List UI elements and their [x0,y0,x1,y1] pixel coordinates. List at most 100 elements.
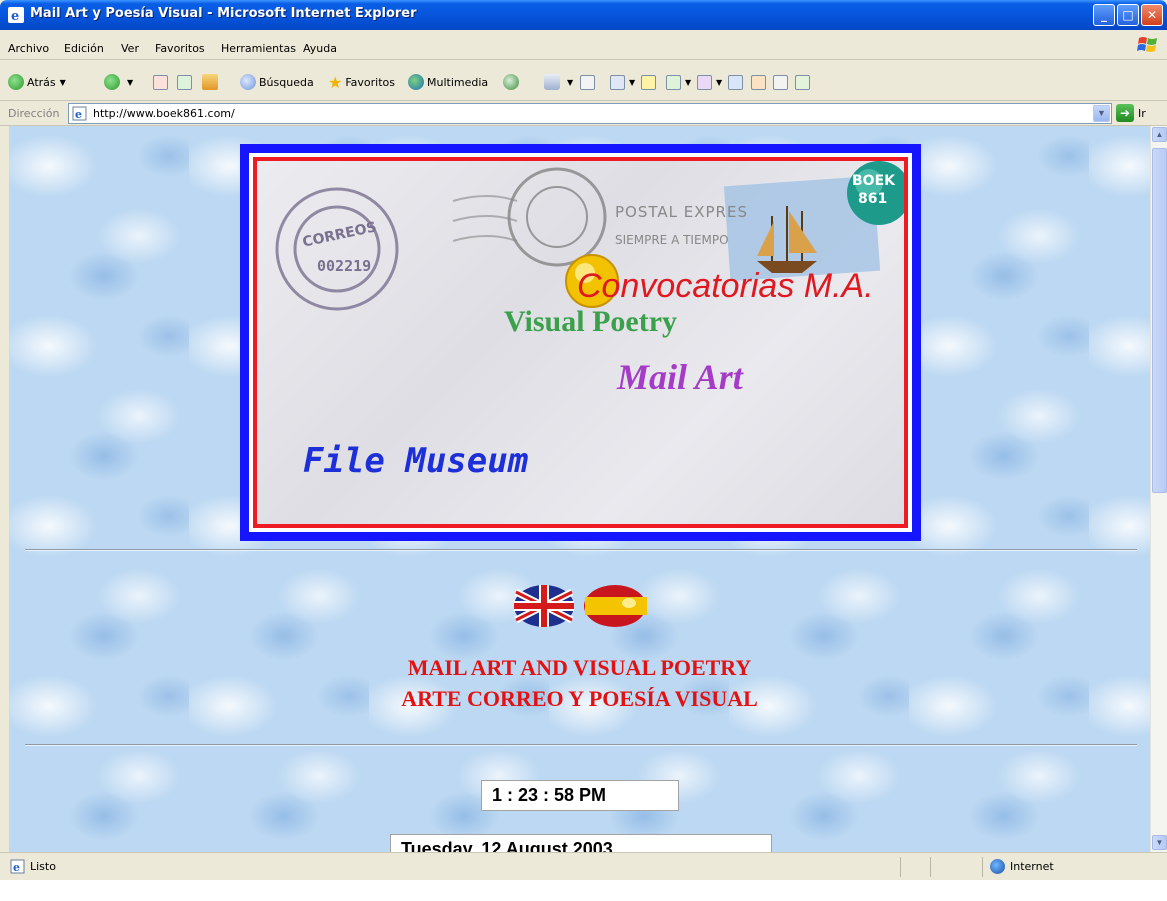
window-button[interactable] [728,72,743,92]
highlight-button[interactable]: ▼ [666,72,691,92]
address-input[interactable]: e http://www.boek861.com/ ▼ [68,103,1112,124]
notes-button[interactable] [641,72,656,92]
vertical-scrollbar[interactable]: ▲ ▼ [1150,126,1167,852]
translate-button[interactable]: ▼ [697,72,722,92]
status-divider-3 [982,857,983,877]
history-button[interactable] [503,72,522,92]
favorites-button[interactable]: ★ Favoritos [328,72,395,92]
svg-text:e: e [75,108,82,121]
go-label: Ir [1138,106,1146,120]
media-button[interactable]: Multimedia [408,72,488,92]
language-flags [514,585,647,627]
go-button[interactable]: ➜ Ir [1116,104,1146,122]
maximize-button[interactable]: □ [1117,4,1139,26]
menu-favoritos[interactable]: Favoritos [155,42,205,55]
translate-icon [697,74,712,90]
toolbar: Atrás ▼ ▼ Búsqueda ★ Favoritos Multimedi… [0,61,1167,101]
window-title: Mail Art y Poesía Visual - Microsoft Int… [30,6,417,21]
windows-logo-icon [1137,37,1157,52]
research-icon [795,74,810,90]
media-label: Multimedia [427,75,489,89]
security-zone-text: Internet [1010,860,1054,873]
status-bar: e Listo Internet [0,852,1167,880]
spanish-flag-icon[interactable] [584,585,647,627]
postmark-express-text: POSTAL EXPRES [615,203,748,221]
scrollbar-thumb[interactable] [1152,148,1167,493]
banner-white-border: CORREOS 002219 POSTAL EXPRES SIEMPRE A T… [249,153,912,532]
svg-text:e: e [11,9,19,23]
menu-archivo[interactable]: Archivo [8,42,49,55]
postmark-number-text: 002219 [317,257,372,275]
forward-button[interactable]: ▼ [104,72,133,92]
horizontal-rule-2 [25,744,1137,746]
search-label: Búsqueda [259,75,314,89]
back-label: Atrás [27,75,56,89]
stop-button[interactable] [153,72,168,92]
word-icon [610,74,625,90]
home-button[interactable] [202,72,221,92]
menu-herramientas[interactable]: Herramientas [221,42,296,55]
translate-dropdown-icon: ▼ [716,77,723,87]
menu-ver[interactable]: Ver [121,42,139,55]
status-divider-1 [900,857,901,877]
minimize-button[interactable]: _ [1093,4,1115,26]
internet-zone-icon [990,859,1005,874]
scroll-up-icon[interactable]: ▲ [1152,127,1167,142]
star-icon: ★ [328,72,343,92]
boek861-badge-line1: BOEK [852,173,895,189]
back-arrow-icon [8,74,24,90]
title-bar: e Mail Art y Poesía Visual - Microsoft I… [0,0,1167,30]
status-divider-2 [930,857,931,877]
stop-icon [153,74,168,90]
convocatorias-link[interactable]: Convocatorias M.A. [577,267,874,306]
postmark-siempre-text: SIEMPRE A TIEMPO [615,233,729,247]
headline-spanish: ARTE CORREO Y POESÍA VISUAL [401,686,758,711]
refresh-button[interactable] [177,72,192,92]
search-button[interactable]: Búsqueda [240,72,314,92]
highlight-icon [666,74,681,90]
visual-poetry-link[interactable]: Visual Poetry [504,305,677,339]
scroll-down-icon[interactable]: ▼ [1152,835,1167,850]
headline-english: MAIL ART AND VISUAL POETRY [407,655,752,680]
back-dropdown-icon: ▼ [59,77,66,87]
forward-arrow-icon [104,74,120,90]
horizontal-rule-1 [25,549,1137,551]
address-url: http://www.boek861.com/ [93,107,235,120]
ie-window: e Mail Art y Poesía Visual - Microsoft I… [0,0,1167,880]
mail-dropdown-icon: ▼ [567,77,574,87]
forward-dropdown-icon: ▼ [127,77,134,87]
english-flag-icon[interactable] [514,585,574,627]
status-text: Listo [30,860,56,873]
banner-image[interactable]: CORREOS 002219 POSTAL EXPRES SIEMPRE A T… [253,157,908,528]
page-icon: e [72,106,87,121]
file-museum-link[interactable]: File Museum [303,441,528,481]
boek861-badge-line2: 861 [858,191,888,207]
edit-button[interactable]: ▼ [610,72,635,92]
search-icon [240,74,256,90]
go-arrow-icon: ➜ [1116,104,1134,122]
svg-text:e: e [13,861,20,874]
favorites-label: Favoritos [345,75,395,89]
menu-edicion[interactable]: Edición [64,42,104,55]
back-button[interactable]: Atrás ▼ [8,72,66,92]
mail-icon [544,74,560,90]
refresh-icon [177,74,192,90]
menu-ayuda[interactable]: Ayuda [303,42,337,55]
address-label: Dirección [8,107,60,120]
close-button[interactable]: ✕ [1141,4,1163,26]
address-dropdown-icon[interactable]: ▼ [1093,105,1110,122]
messenger-button[interactable] [751,72,766,92]
address-bar: Dirección e http://www.boek861.com/ ▼ ➜ … [0,101,1167,126]
banner-frame: CORREOS 002219 POSTAL EXPRES SIEMPRE A T… [240,144,921,541]
mail-button[interactable]: ▼ [544,72,573,92]
clock-display: 1 : 23 : 58 PM [481,780,679,811]
print-icon [580,74,595,90]
copy-button[interactable] [773,72,788,92]
date-display: Tuesday, 12 August 2003 [390,834,772,852]
copy-icon [773,74,788,90]
print-button[interactable] [580,72,595,92]
messenger-icon [751,74,766,90]
mail-art-link[interactable]: Mail Art [617,356,743,398]
research-button[interactable] [795,72,810,92]
ie-icon: e [8,7,24,23]
